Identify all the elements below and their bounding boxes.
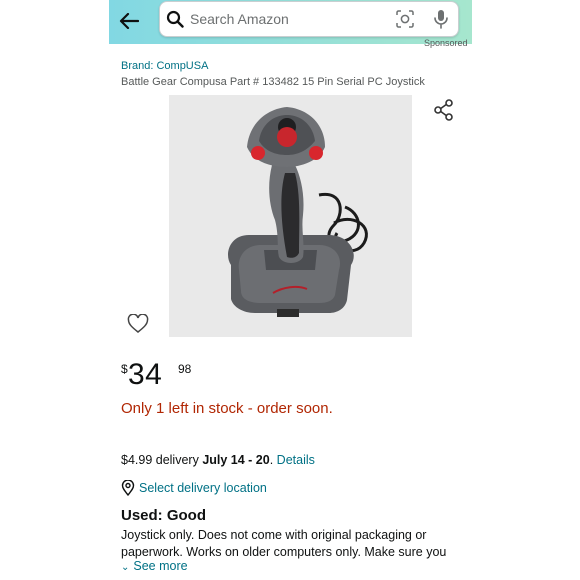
chevron-down-icon: ⌄ [121,562,130,573]
see-more-label: See more [133,559,188,573]
see-more-link[interactable]: ⌄ See more [121,559,188,573]
back-button[interactable] [117,9,141,33]
delivery-info: $4.99 delivery July 14 - 20. Details [121,453,315,467]
brand-link[interactable]: Brand: CompUSA [121,60,208,72]
price-currency: $ [121,362,128,376]
search-input[interactable] [190,8,380,30]
delivery-dates: July 14 - 20 [202,453,270,467]
location-pin-icon [121,480,135,496]
delivery-details-link[interactable]: Details [277,453,315,467]
product-page: Sponsored Brand: CompUSA Battle Gear Com… [109,0,472,580]
price-whole: 34 [128,358,163,391]
top-bar [109,0,472,44]
product-image[interactable] [169,95,412,337]
heart-icon[interactable] [127,314,149,334]
delivery-prefix: $4.99 delivery [121,453,203,467]
share-icon[interactable] [433,99,455,121]
stock-message: Only 1 left in stock - order soon. [121,400,333,417]
joystick-image [169,95,412,337]
delivery-location-label: Select delivery location [139,481,267,495]
product-title[interactable]: Battle Gear Compusa Part # 133482 15 Pin… [121,76,461,88]
sponsored-label: Sponsored [424,38,468,48]
search-bar[interactable] [159,1,459,37]
price-fraction: 98 [178,362,192,376]
back-arrow-icon [119,13,139,29]
condition-title: Used: Good [121,507,206,524]
delivery-separator: . [269,453,277,467]
condition-description: Joystick only. Does not come with origin… [121,528,447,559]
search-icon [166,10,184,28]
camera-lens-icon[interactable] [396,10,414,28]
microphone-icon[interactable] [432,9,450,29]
